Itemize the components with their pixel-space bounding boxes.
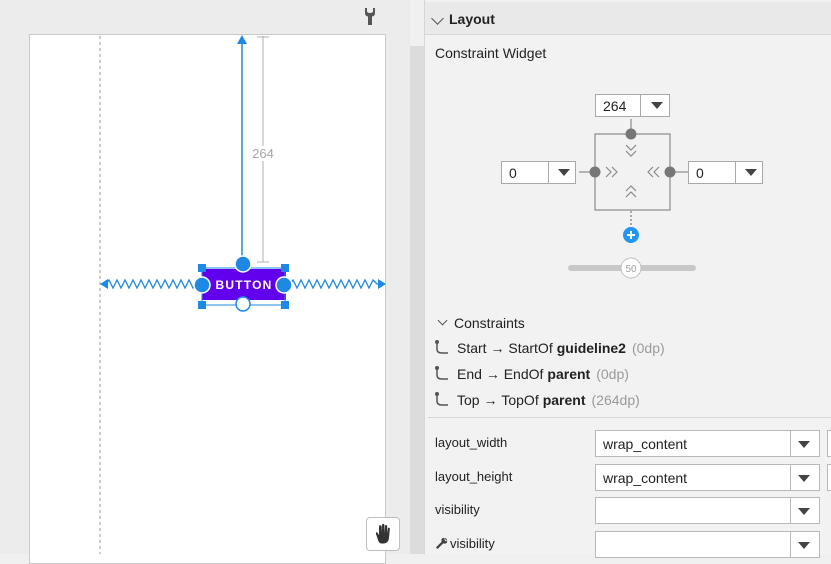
section-divider — [428, 417, 831, 418]
constraint-arrow: → — [485, 366, 500, 382]
chevron-down-icon — [798, 508, 810, 515]
add-bottom-constraint-icon[interactable] — [623, 227, 639, 243]
layout-height-value: wrap_content — [603, 470, 688, 486]
start-constraint-arrowhead — [100, 279, 108, 289]
constraint-target: parent — [547, 366, 591, 382]
constraints-title: Constraints — [454, 315, 525, 331]
constraint-anchor: StartOf — [508, 340, 553, 356]
wrench-icon[interactable] — [362, 6, 378, 26]
constraint-connector-icon — [435, 366, 448, 380]
constraint-margin: (0dp) — [631, 340, 665, 356]
layout-width-dropdown[interactable]: wrap_content — [595, 430, 820, 457]
constraint-source: End — [457, 366, 482, 382]
pan-mode-button[interactable] — [366, 517, 400, 551]
widget-box — [594, 133, 671, 211]
end-margin-dropdown[interactable]: 0 — [688, 161, 763, 184]
start-constraint-dot[interactable] — [589, 166, 601, 178]
constraint-source: Top — [457, 392, 480, 408]
constraint-target: guideline2 — [556, 340, 626, 356]
resize-handle-bl[interactable] — [198, 301, 206, 309]
chevron-down-icon — [798, 542, 810, 549]
top-margin-value: 264 — [603, 98, 627, 114]
constraint-row-top[interactable]: Top → TopOf parent (264dp) — [434, 390, 640, 410]
start-margin-value: 0 — [509, 165, 517, 181]
constraint-target: parent — [542, 392, 586, 408]
attr-label-tools-visibility: visibility — [435, 536, 495, 551]
top-margin-dimension-label: 264 — [243, 146, 283, 161]
chevron-down-icon[interactable] — [437, 315, 448, 326]
constraint-connector-icon — [435, 340, 448, 354]
wrench-icon — [436, 537, 448, 549]
chevron-down-icon — [798, 441, 810, 448]
layout-height-dropdown[interactable]: wrap_content — [595, 464, 820, 491]
end-constraint-spring — [289, 278, 379, 290]
constraint-arrow: → — [483, 392, 498, 408]
tools-visibility-label: visibility — [450, 536, 495, 551]
start-constraint-spring — [105, 278, 198, 290]
layout-width-value: wrap_content — [603, 436, 688, 452]
attr-label-layout-height: layout_height — [435, 469, 513, 484]
constraint-inspector: 50 — [568, 119, 696, 279]
visibility-dropdown[interactable] — [595, 497, 820, 524]
chevron-down-icon — [558, 169, 570, 176]
layout-width-extra-button[interactable] — [827, 430, 831, 457]
top-constraint-arrowhead — [237, 35, 247, 44]
constraint-connector-icon — [435, 392, 448, 406]
end-wrap-content-icon[interactable] — [647, 166, 660, 178]
constraint-source: Start — [457, 340, 487, 356]
chevron-down-icon — [798, 475, 810, 482]
top-wrap-content-icon[interactable] — [625, 144, 637, 157]
attr-label-layout-width: layout_width — [435, 435, 508, 450]
constraint-anchor: TopOf — [501, 392, 539, 408]
top-margin-dropdown[interactable]: 264 — [595, 94, 670, 117]
start-wrap-content-icon[interactable] — [605, 166, 618, 178]
end-constraint-dot[interactable] — [664, 166, 676, 178]
bottom-wrap-content-icon[interactable] — [625, 185, 637, 198]
resize-handle-br[interactable] — [281, 301, 289, 309]
constraint-margin: (0dp) — [596, 366, 629, 382]
button-widget-label: BUTTON — [215, 277, 273, 292]
attr-label-visibility: visibility — [435, 502, 480, 517]
constraint-margin: (264dp) — [591, 392, 640, 408]
constraint-arrow: → — [490, 340, 505, 356]
start-margin-dropdown[interactable]: 0 — [501, 161, 576, 184]
end-constraint-arrowhead — [378, 279, 386, 289]
constraint-anchor: EndOf — [503, 366, 544, 382]
constraint-row-start[interactable]: Start → StartOf guideline2 (0dp) — [434, 338, 665, 358]
hand-icon — [375, 523, 390, 544]
bias-value: 50 — [625, 264, 637, 275]
chevron-down-icon — [651, 102, 663, 109]
constraint-row-end[interactable]: End → EndOf parent (0dp) — [434, 364, 629, 384]
top-constraint-dot[interactable] — [625, 128, 637, 140]
attributes-panel: Layout Constraint Widget 50 264 0 0 Cons… — [424, 0, 831, 558]
end-margin-value: 0 — [696, 165, 704, 181]
layout-height-extra-button[interactable] — [827, 464, 831, 491]
chevron-down-icon — [745, 169, 757, 176]
panel-splitter[interactable] — [410, 46, 424, 554]
